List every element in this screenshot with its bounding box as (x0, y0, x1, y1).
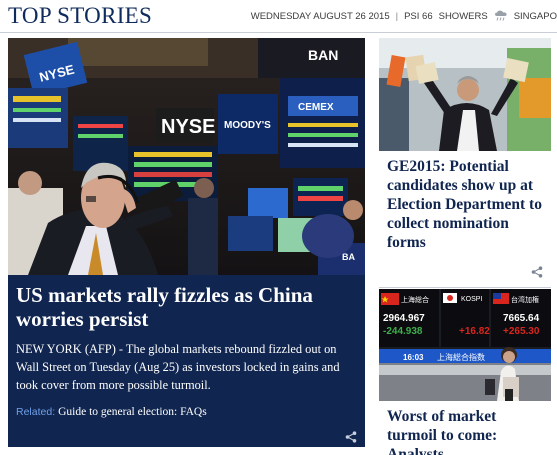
share-icon[interactable] (531, 266, 543, 278)
side-story-card-1[interactable]: GE2015: Potential candidates show up at … (379, 38, 551, 288)
trading-floor-image: NYSE NYSE MOODY'S BAN CEMEX BA (8, 38, 365, 275)
board-left-change: -244.938 (383, 326, 423, 337)
board-ticker: 上海総合指数 (437, 352, 485, 362)
related-links: Related: Guide to general election: FAQs (16, 406, 357, 418)
main-headline[interactable]: US markets rally fizzles as China worrie… (16, 283, 357, 331)
stock-board-photo: 上海総合 2964.967 -244.938 KOSPI +16.82 台湾加権… (379, 289, 551, 401)
main-story-photo[interactable]: NYSE NYSE MOODY'S BAN CEMEX BA (8, 38, 365, 275)
side-story-card-2[interactable]: 上海総合 2964.967 -244.938 KOSPI +16.82 台湾加権… (379, 289, 551, 455)
main-summary: NEW YORK (AFP) - The global markets rebo… (16, 340, 357, 394)
related-label: Related: (16, 406, 56, 418)
divider: | (395, 10, 399, 22)
candidates-photo (379, 38, 551, 151)
section-title[interactable]: TOP STORIES (8, 3, 152, 29)
board-right-label: 台湾加権 (511, 295, 539, 304)
board-right-value: 7665.64 (503, 313, 540, 324)
cemex-sign: CEMEX (298, 102, 334, 113)
dateline: NEW YORK (AFP) (16, 342, 116, 356)
main-story-card[interactable]: NYSE NYSE MOODY'S BAN CEMEX BA US market… (8, 38, 365, 447)
nyse-sign-center: NYSE (161, 116, 215, 138)
share-icon[interactable] (345, 431, 357, 443)
bank-sign: BAN (308, 47, 338, 63)
location-text: SINGAPO (513, 10, 557, 22)
current-date: WEDNESDAY AUGUST 26 2015 (250, 10, 390, 22)
board-left-value: 2964.967 (383, 313, 425, 324)
booth-sign: BA (342, 252, 355, 262)
board-right-change: +265.30 (503, 326, 540, 337)
weather-text: SHOWERS (438, 10, 488, 22)
main-story-text: US markets rally fizzles as China worrie… (8, 275, 365, 447)
board-left-label: 上海総合 (401, 295, 429, 304)
side-story-photo-2[interactable]: 上海総合 2964.967 -244.938 KOSPI +16.82 台湾加権… (379, 289, 551, 401)
moodys-sign: MOODY'S (224, 120, 271, 131)
side-story-photo-1[interactable] (379, 38, 551, 151)
related-link[interactable]: Guide to general election: FAQs (58, 406, 207, 418)
board-time: 16:03 (403, 353, 424, 362)
board-mid-label: KOSPI (461, 296, 482, 303)
side-headline-2[interactable]: Worst of market turmoil to come: Analyst… (379, 401, 551, 455)
side-headline-1[interactable]: GE2015: Potential candidates show up at … (379, 151, 551, 252)
date-weather-bar: WEDNESDAY AUGUST 26 2015 | PSI 66 SHOWER… (251, 10, 557, 22)
psi-reading: PSI 66 (404, 10, 433, 22)
rain-cloud-icon (494, 10, 507, 21)
board-mid-change: +16.82 (459, 326, 490, 337)
top-bar: TOP STORIES WEDNESDAY AUGUST 26 2015 | P… (0, 0, 557, 33)
